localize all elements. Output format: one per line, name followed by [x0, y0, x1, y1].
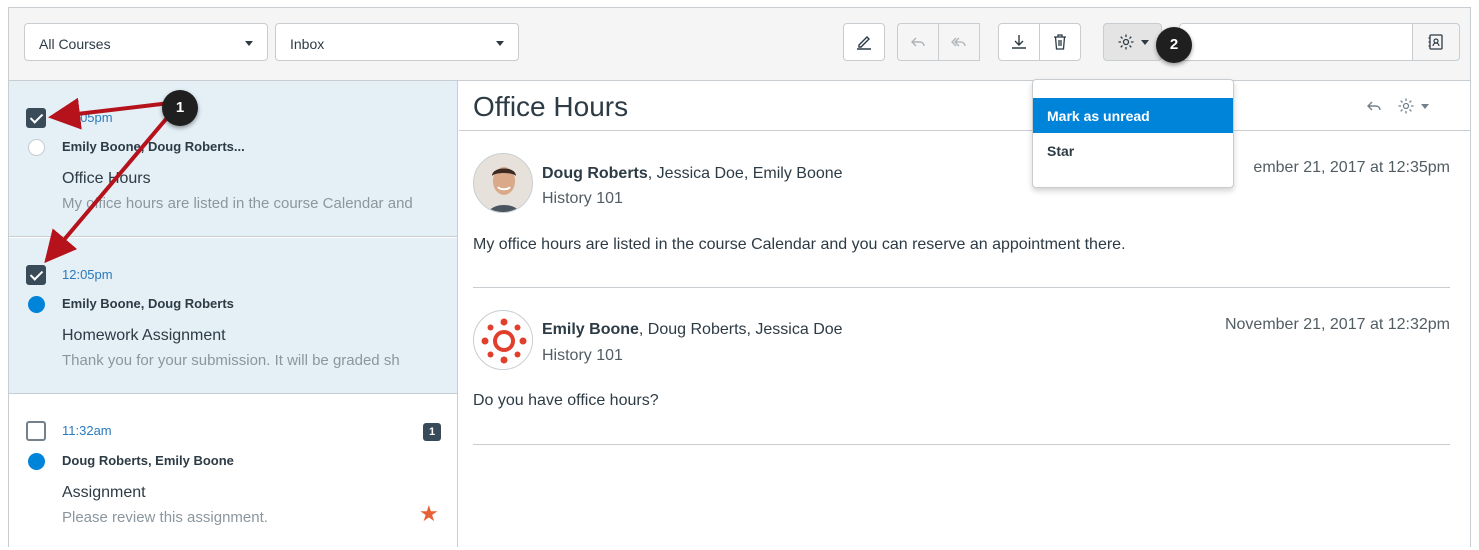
- list-item[interactable]: 11:32am 1 Doug Roberts, Emily Boone Assi…: [9, 395, 457, 547]
- inbox-frame: All Courses Inbox 12:05pm Emily Boone, D…: [8, 7, 1471, 547]
- select-checkbox[interactable]: [26, 265, 46, 285]
- participants: Emily Boone, Doug Roberts...: [62, 139, 245, 154]
- message-time: 11:32am: [62, 423, 112, 438]
- search-input[interactable]: [1179, 23, 1413, 61]
- callout-badge: 1: [162, 90, 198, 126]
- message-count-badge: 1: [423, 423, 441, 441]
- avatar: [473, 153, 533, 213]
- mark-as-unread-menu-item[interactable]: Mark as unread: [1033, 98, 1233, 133]
- participants: Doug Roberts, Emily Boone: [62, 453, 234, 468]
- reply-all-button[interactable]: [938, 23, 980, 61]
- list-item[interactable]: 12:05pm Emily Boone, Doug Roberts Homewo…: [9, 238, 457, 394]
- preview: Thank you for your submission. It will b…: [62, 352, 400, 369]
- compose-button[interactable]: [843, 23, 885, 61]
- read-status-icon[interactable]: [28, 139, 45, 156]
- course-filter-select[interactable]: All Courses: [24, 23, 268, 61]
- list-item[interactable]: 12:05pm Emily Boone, Doug Roberts... Off…: [9, 81, 457, 237]
- author-name: Emily Boone: [542, 321, 639, 338]
- chevron-down-icon: [1421, 103, 1429, 109]
- mailbox-filter-value: Inbox: [290, 36, 325, 52]
- reply-icon: [911, 37, 925, 47]
- message-time: 12:05pm: [62, 267, 113, 282]
- course-filter-value: All Courses: [39, 36, 111, 52]
- canvas-logo-icon: [475, 312, 532, 369]
- message-date: ember 21, 2017 at 12:35pm: [1253, 159, 1450, 176]
- avatar: [473, 310, 533, 370]
- message-body: Do you have office hours?: [473, 392, 659, 409]
- reply-all-icon: [951, 37, 966, 47]
- address-book-button[interactable]: [1412, 23, 1460, 61]
- message-date: November 21, 2017 at 12:32pm: [1224, 316, 1450, 333]
- trash-icon: [1054, 34, 1066, 50]
- author-name: Doug Roberts: [542, 165, 648, 182]
- reply-icon[interactable]: [1365, 97, 1383, 115]
- message: Doug Roberts, Jessica Doe, Emily Boone H…: [473, 153, 1450, 288]
- callout-badge: 2: [1156, 27, 1192, 63]
- participants: Emily Boone, Doug Roberts: [62, 296, 234, 311]
- message-time: 12:05pm: [62, 110, 113, 125]
- other-participants: , Doug Roberts, Jessica Doe: [638, 321, 843, 338]
- course-name: History 101: [542, 190, 623, 207]
- message-body: My office hours are listed in the course…: [473, 236, 1126, 253]
- preview: Please review this assignment.: [62, 509, 268, 526]
- subject: Assignment: [62, 484, 146, 501]
- message-participants: Emily Boone, Doug Roberts, Jessica Doe: [542, 321, 843, 339]
- chevron-down-icon: [496, 41, 504, 46]
- star-icon[interactable]: ★: [419, 501, 439, 527]
- conversation-list: 12:05pm Emily Boone, Doug Roberts... Off…: [9, 81, 458, 547]
- gear-icon: [1118, 34, 1133, 50]
- gear-icon: [1398, 98, 1414, 114]
- address-book-icon: [1428, 34, 1443, 50]
- message-participants: Doug Roberts, Jessica Doe, Emily Boone: [542, 165, 843, 183]
- settings-menu-button[interactable]: [1103, 23, 1162, 61]
- unread-status-icon[interactable]: [28, 296, 45, 313]
- preview: My office hours are listed in the course…: [62, 195, 413, 212]
- download-icon: [1012, 35, 1026, 49]
- subject: Homework Assignment: [62, 327, 226, 344]
- chevron-down-icon: [245, 41, 253, 46]
- subject: Office Hours: [62, 170, 151, 187]
- chevron-down-icon: [1140, 39, 1149, 45]
- settings-dropdown-menu: Mark as unread Star: [1032, 79, 1234, 188]
- star-menu-item[interactable]: Star: [1033, 133, 1233, 168]
- user-photo-icon: [474, 154, 532, 212]
- archive-button[interactable]: [998, 23, 1040, 61]
- message-pane: Office Hours Doug Roberts, Jessica Doe, …: [459, 81, 1470, 547]
- conversation-actions: [1365, 97, 1429, 115]
- message: Emily Boone, Doug Roberts, Jessica Doe H…: [473, 310, 1450, 445]
- compose-icon: [857, 36, 871, 50]
- toolbar: All Courses Inbox: [9, 8, 1470, 81]
- mailbox-filter-select[interactable]: Inbox: [275, 23, 519, 61]
- conversation-subject: Office Hours: [473, 91, 629, 122]
- divider: [459, 130, 1470, 131]
- delete-button[interactable]: [1039, 23, 1081, 61]
- other-participants: , Jessica Doe, Emily Boone: [647, 165, 843, 182]
- settings-menu-button[interactable]: [1397, 97, 1429, 115]
- unread-status-icon[interactable]: [28, 453, 45, 470]
- reply-button[interactable]: [897, 23, 939, 61]
- course-name: History 101: [542, 347, 623, 364]
- select-checkbox[interactable]: [26, 108, 46, 128]
- select-checkbox[interactable]: [26, 421, 46, 441]
